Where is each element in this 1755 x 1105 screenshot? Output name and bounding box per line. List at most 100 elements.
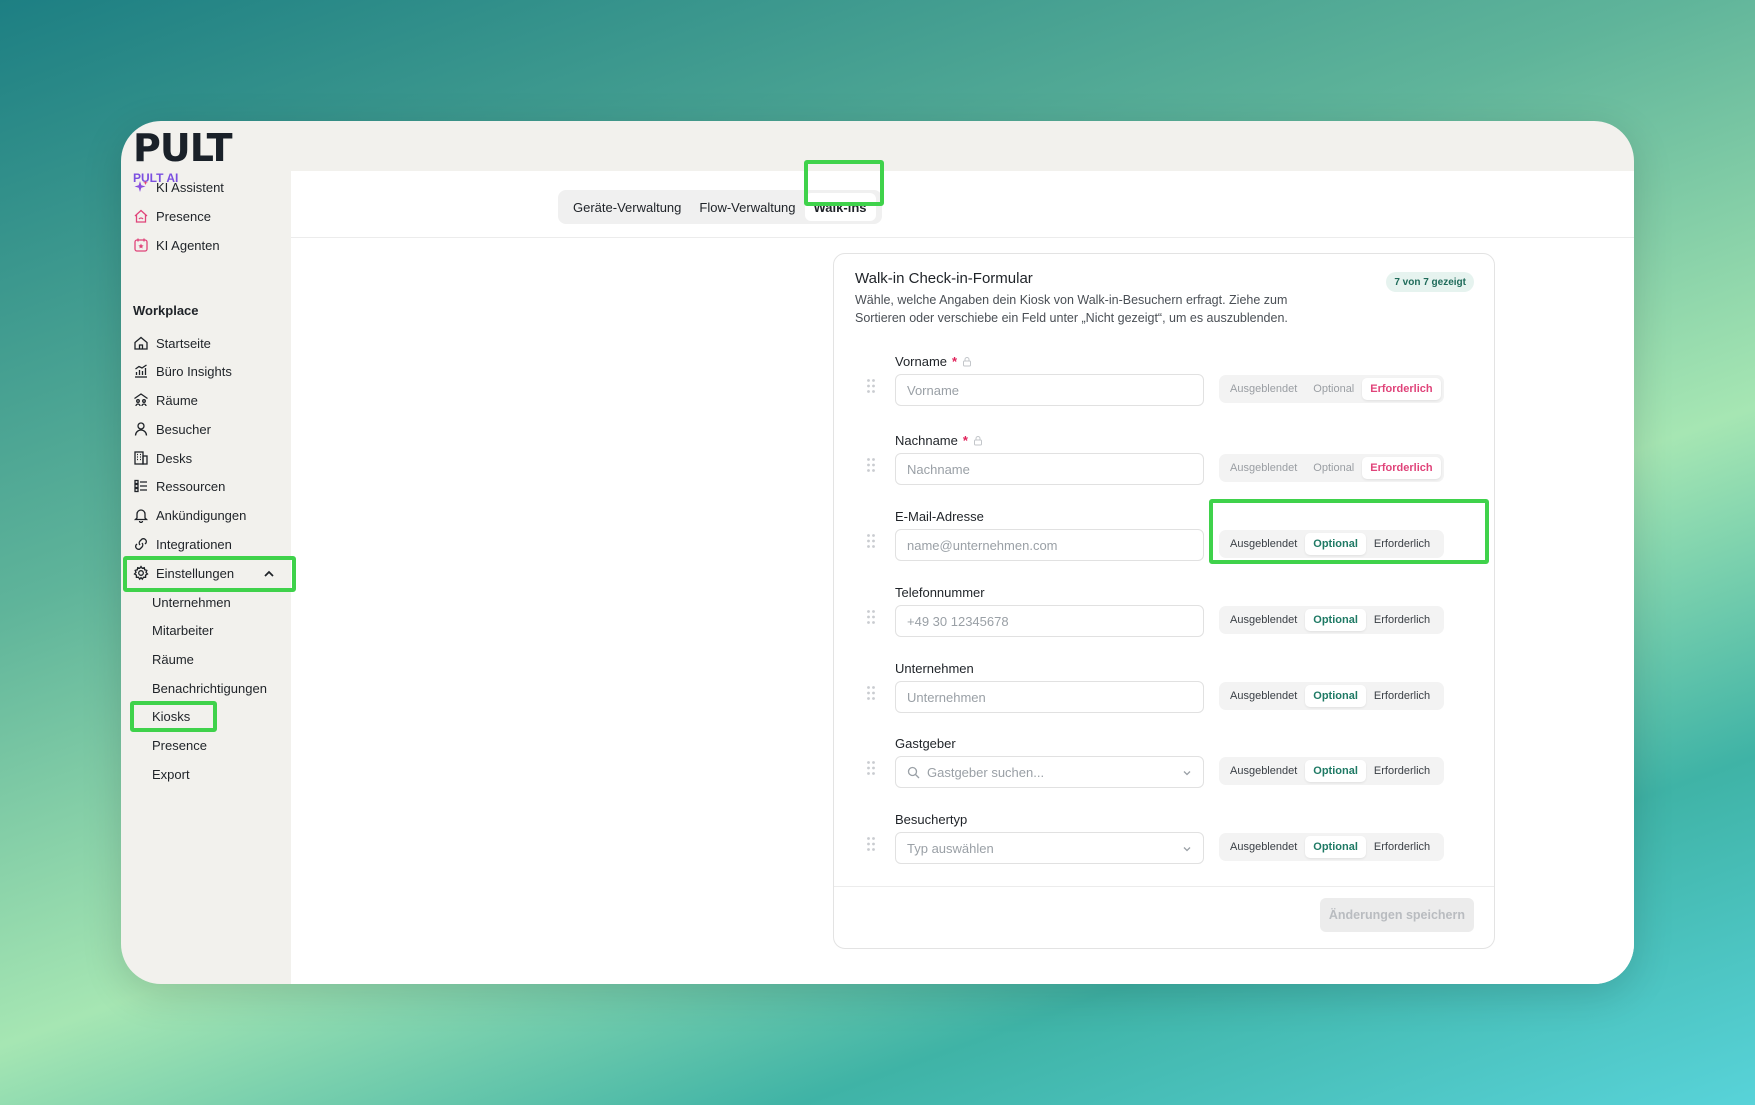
mode-option-optional[interactable]: Optional xyxy=(1305,760,1366,782)
field-mode-selector: Ausgeblendet Optional Erforderlich xyxy=(1219,757,1444,785)
highlight-walk-ins-tab xyxy=(804,160,884,206)
mode-option-erforderlich[interactable]: Erforderlich xyxy=(1366,685,1438,707)
mode-option-erforderlich[interactable]: Erforderlich xyxy=(1366,836,1438,858)
field-row-nachname: Nachname * Nachname Ausgeblendet Optional Erf… xyxy=(834,433,1494,501)
required-asterisk: * xyxy=(952,354,958,369)
field-mode-selector: Ausgeblendet Optional Erforderlich xyxy=(1219,375,1444,403)
drag-handle-icon[interactable] xyxy=(866,760,876,776)
mode-option-erforderlich[interactable]: Erforderlich xyxy=(1362,378,1441,400)
drag-handle-icon[interactable] xyxy=(866,836,876,852)
field-label: Gastgeber xyxy=(895,736,956,751)
sidebar-item-desks[interactable]: Desks xyxy=(133,447,192,469)
settings-item-raeume[interactable]: Räume xyxy=(152,652,194,667)
field-row-unternehmen: Unternehmen Unternehmen Ausgeblendet Option… xyxy=(834,661,1494,729)
field-placeholder: Typ auswählen xyxy=(907,840,994,856)
building-icon xyxy=(133,450,149,466)
mode-option-ausgeblendet[interactable]: Ausgeblendet xyxy=(1222,457,1305,479)
field-mode-selector: Ausgeblendet Optional Erforderlich xyxy=(1219,682,1444,710)
mode-option-erforderlich[interactable]: Erforderlich xyxy=(1366,760,1438,782)
field-label-text: Telefonnummer xyxy=(895,585,985,600)
save-changes-button[interactable]: Änderungen speichern xyxy=(1319,898,1474,932)
settings-item-mitarbeiter[interactable]: Mitarbeiter xyxy=(152,623,213,638)
chart-icon xyxy=(133,363,149,379)
lock-icon xyxy=(973,436,982,446)
field-input-vorname[interactable]: Vorname xyxy=(895,374,1204,406)
field-placeholder: +49 30 12345678 xyxy=(907,613,1009,629)
sidebar-item-label: Integrationen xyxy=(156,536,232,552)
tabs-divider xyxy=(291,237,1634,238)
field-input-telefon[interactable]: +49 30 12345678 xyxy=(895,605,1204,637)
field-row-gastgeber: Gastgeber Gastgeber suchen... Ausgeblendet… xyxy=(834,736,1494,804)
field-placeholder: Gastgeber suchen... xyxy=(927,764,1045,780)
sidebar-item-label: KI Agenten xyxy=(156,237,220,253)
mode-option-ausgeblendet[interactable]: Ausgeblendet xyxy=(1222,836,1305,858)
highlight-kiosks xyxy=(130,701,217,732)
drag-handle-icon[interactable] xyxy=(866,609,876,625)
field-mode-selector: Ausgeblendet Optional Erforderlich xyxy=(1219,833,1444,861)
sidebar-item-label: Büro Insights xyxy=(156,363,232,379)
sidebar-item-ki-assistent[interactable]: KI Assistent xyxy=(133,176,224,198)
field-label-text: E-Mail-Adresse xyxy=(895,509,984,524)
settings-item-presence[interactable]: Presence xyxy=(152,738,207,753)
sidebar-item-label: Ankündigungen xyxy=(156,507,247,523)
field-label: Nachname * xyxy=(895,433,983,448)
field-input-nachname[interactable]: Nachname xyxy=(895,453,1204,485)
workplace-section-title: Workplace xyxy=(133,303,199,318)
chevron-down-icon xyxy=(1183,847,1191,852)
sidebar-item-presence[interactable]: Presence xyxy=(133,205,211,227)
settings-item-unternehmen[interactable]: Unternehmen xyxy=(152,595,231,610)
field-select-besuchertyp[interactable]: Typ auswählen xyxy=(895,832,1204,864)
search-icon xyxy=(907,766,920,778)
tab-geraete-verwaltung[interactable]: Geräte-Verwaltung xyxy=(564,193,690,221)
mode-option-ausgeblendet[interactable]: Ausgeblendet xyxy=(1222,760,1305,782)
sidebar: PULT PULT AI KI Assistent Presence KI Ag… xyxy=(121,121,291,984)
field-label-text: Besuchertyp xyxy=(895,812,968,827)
field-input-unternehmen[interactable]: Unternehmen xyxy=(895,681,1204,713)
rooms-icon xyxy=(133,392,149,408)
drag-handle-icon[interactable] xyxy=(866,457,876,473)
shown-count-badge: 7 von 7 gezeigt xyxy=(1386,272,1474,292)
mode-option-ausgeblendet[interactable]: Ausgeblendet xyxy=(1222,609,1305,631)
highlight-einstellungen xyxy=(123,556,296,592)
field-input-email[interactable]: name@unternehmen.com xyxy=(895,529,1204,561)
sidebar-item-label: Presence xyxy=(156,208,211,224)
mode-option-ausgeblendet[interactable]: Ausgeblendet xyxy=(1222,378,1305,400)
drag-handle-icon[interactable] xyxy=(866,685,876,701)
sidebar-item-ankuendigungen[interactable]: Ankündigungen xyxy=(133,504,246,526)
sidebar-item-raeume[interactable]: Räume xyxy=(133,389,198,411)
field-select-gastgeber[interactable]: Gastgeber suchen... xyxy=(895,756,1204,788)
mode-option-erforderlich[interactable]: Erforderlich xyxy=(1366,609,1438,631)
home-wifi-icon xyxy=(133,208,149,224)
sidebar-item-startseite[interactable]: Startseite xyxy=(133,332,211,354)
field-label: Besuchertyp xyxy=(895,812,967,827)
mode-option-optional[interactable]: Optional xyxy=(1305,609,1366,631)
field-placeholder: Unternehmen xyxy=(907,689,986,705)
field-mode-selector: Ausgeblendet Optional Erforderlich xyxy=(1219,606,1444,634)
drag-handle-icon[interactable] xyxy=(866,378,876,394)
sidebar-item-besucher[interactable]: Besucher xyxy=(133,418,211,440)
sidebar-item-ki-agenten[interactable]: KI Agenten xyxy=(133,234,220,256)
mode-option-optional[interactable]: Optional xyxy=(1305,378,1362,400)
main-content: Geräte-Verwaltung Flow-Verwaltung Walk-i… xyxy=(291,171,1634,984)
field-placeholder: Nachname xyxy=(907,461,970,477)
chevron-down-icon xyxy=(1183,771,1191,776)
field-row-telefon: Telefonnummer +49 30 12345678 Ausgeblendet… xyxy=(834,585,1494,653)
sidebar-item-ressourcen[interactable]: Ressourcen xyxy=(133,475,225,497)
sidebar-item-label: Startseite xyxy=(156,335,211,351)
card-title: Walk-in Check-in-Formular xyxy=(855,270,1033,287)
mode-option-ausgeblendet[interactable]: Ausgeblendet xyxy=(1222,685,1305,707)
settings-item-benachrichtigungen[interactable]: Benachrichtigungen xyxy=(152,681,267,696)
field-label-text: Unternehmen xyxy=(895,661,974,676)
drag-handle-icon[interactable] xyxy=(866,533,876,549)
mode-option-optional[interactable]: Optional xyxy=(1305,457,1362,479)
settings-item-export[interactable]: Export xyxy=(152,767,190,782)
required-asterisk: * xyxy=(962,433,968,448)
sidebar-item-label: Ressourcen xyxy=(156,478,226,494)
mode-option-erforderlich[interactable]: Erforderlich xyxy=(1362,457,1441,479)
mode-option-optional[interactable]: Optional xyxy=(1305,836,1366,858)
sidebar-item-integrationen[interactable]: Integrationen xyxy=(133,533,232,555)
sidebar-item-buero-insights[interactable]: Büro Insights xyxy=(133,360,232,382)
mode-option-optional[interactable]: Optional xyxy=(1305,685,1366,707)
app-window: PULT PULT AI KI Assistent Presence KI Ag… xyxy=(121,121,1634,984)
tab-flow-verwaltung[interactable]: Flow-Verwaltung xyxy=(690,193,804,221)
